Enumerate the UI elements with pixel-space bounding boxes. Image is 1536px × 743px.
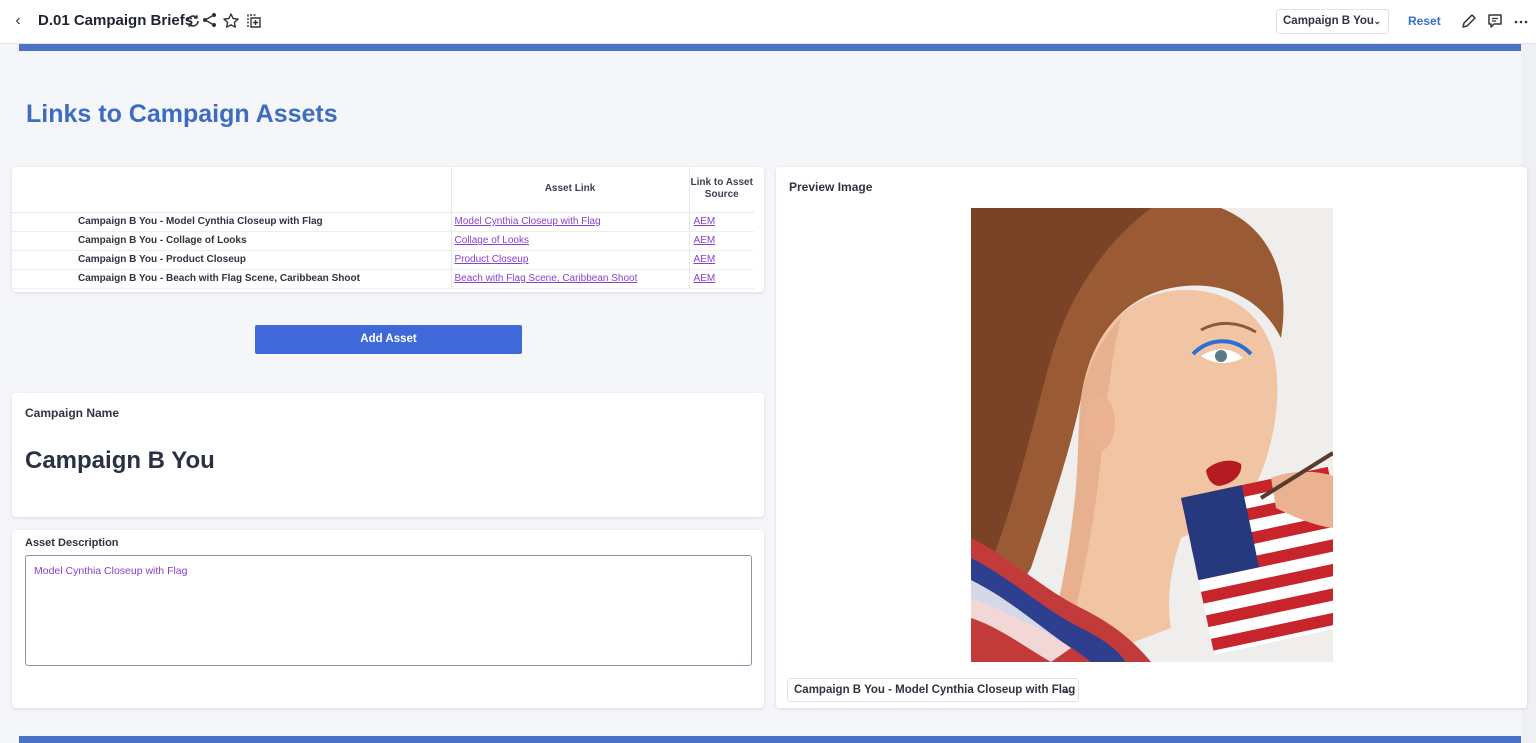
table-row: Campaign B You - Model Cynthia Closeup w… bbox=[12, 212, 754, 232]
pencil-icon[interactable] bbox=[1460, 12, 1478, 30]
table-row: Campaign B You - Product Closeup Product… bbox=[12, 250, 754, 270]
campaign-filter-value: Campaign B You bbox=[1283, 15, 1374, 27]
add-asset-button[interactable]: Add Asset bbox=[255, 325, 522, 354]
preview-image bbox=[971, 208, 1333, 662]
asset-source-link[interactable]: AEM bbox=[694, 216, 716, 227]
asset-name-cell: Campaign B You - Product Closeup bbox=[12, 250, 451, 270]
asset-link[interactable]: Beach with Flag Scene, Caribbean Shoot bbox=[455, 273, 638, 284]
chevron-left-icon[interactable]: ‹ bbox=[9, 11, 27, 31]
campaign-name-card: Campaign Name Campaign B You bbox=[12, 393, 764, 517]
accent-bar bbox=[19, 44, 1521, 51]
column-header-asset-link: Asset Link bbox=[450, 167, 689, 213]
asset-name-cell: Campaign B You - Collage of Looks bbox=[12, 231, 451, 251]
campaign-name-value: Campaign B You bbox=[25, 447, 215, 474]
share-icon[interactable] bbox=[201, 11, 219, 29]
assets-table: Asset Link Link to Asset Source Campaign… bbox=[12, 167, 754, 289]
asset-name-cell: Campaign B You - Beach with Flag Scene, … bbox=[12, 269, 451, 289]
asset-source-link[interactable]: AEM bbox=[694, 254, 716, 265]
campaign-name-label: Campaign Name bbox=[25, 406, 120, 420]
asset-link[interactable]: Product Closeup bbox=[455, 254, 529, 265]
column-header-asset-source: Link to Asset Source bbox=[688, 167, 754, 213]
asset-description-card: Asset Description Model Cynthia Closeup … bbox=[12, 530, 764, 708]
table-row: Campaign B You - Beach with Flag Scene, … bbox=[12, 269, 754, 289]
campaign-filter-dropdown[interactable]: Campaign B You ⌄ bbox=[1276, 9, 1389, 34]
preview-image-card: Preview Image Campaign B You - Model Cyn… bbox=[776, 167, 1527, 708]
assets-table-card: Asset Link Link to Asset Source Campaign… bbox=[12, 167, 764, 292]
section-heading: Links to Campaign Assets bbox=[26, 100, 338, 128]
refresh-icon[interactable] bbox=[184, 12, 202, 30]
preview-image-dropdown[interactable]: Campaign B You - Model Cynthia Closeup w… bbox=[787, 678, 1079, 702]
page-title: D.01 Campaign Briefs bbox=[38, 12, 194, 29]
chevron-down-icon: ⌄ bbox=[1373, 16, 1381, 26]
preview-image-dropdown-value: Campaign B You - Model Cynthia Closeup w… bbox=[794, 684, 1076, 696]
reset-button[interactable]: Reset bbox=[1408, 13, 1441, 29]
table-header-row: Asset Link Link to Asset Source bbox=[12, 167, 754, 213]
asset-link[interactable]: Model Cynthia Closeup with Flag bbox=[455, 216, 601, 227]
chevron-down-icon: ⌄ bbox=[1062, 685, 1070, 695]
top-bar: ‹ D.01 Campaign Briefs Campaign B You ⌄ … bbox=[0, 0, 1536, 44]
preview-image-label: Preview Image bbox=[789, 180, 873, 194]
asset-description-label: Asset Description bbox=[25, 537, 119, 549]
more-icon[interactable] bbox=[1512, 12, 1530, 30]
add-to-collection-icon[interactable] bbox=[245, 12, 263, 30]
asset-name-cell: Campaign B You - Model Cynthia Closeup w… bbox=[12, 212, 451, 232]
accent-bar-bottom bbox=[19, 736, 1521, 743]
asset-link[interactable]: Collage of Looks bbox=[455, 235, 530, 246]
column-header-name bbox=[12, 167, 451, 213]
comment-icon[interactable] bbox=[1486, 12, 1504, 30]
asset-source-link[interactable]: AEM bbox=[694, 273, 716, 284]
asset-description-input[interactable]: Model Cynthia Closeup with Flag bbox=[25, 555, 752, 666]
star-icon[interactable] bbox=[222, 12, 240, 30]
table-row: Campaign B You - Collage of Looks Collag… bbox=[12, 231, 754, 251]
asset-source-link[interactable]: AEM bbox=[694, 235, 716, 246]
